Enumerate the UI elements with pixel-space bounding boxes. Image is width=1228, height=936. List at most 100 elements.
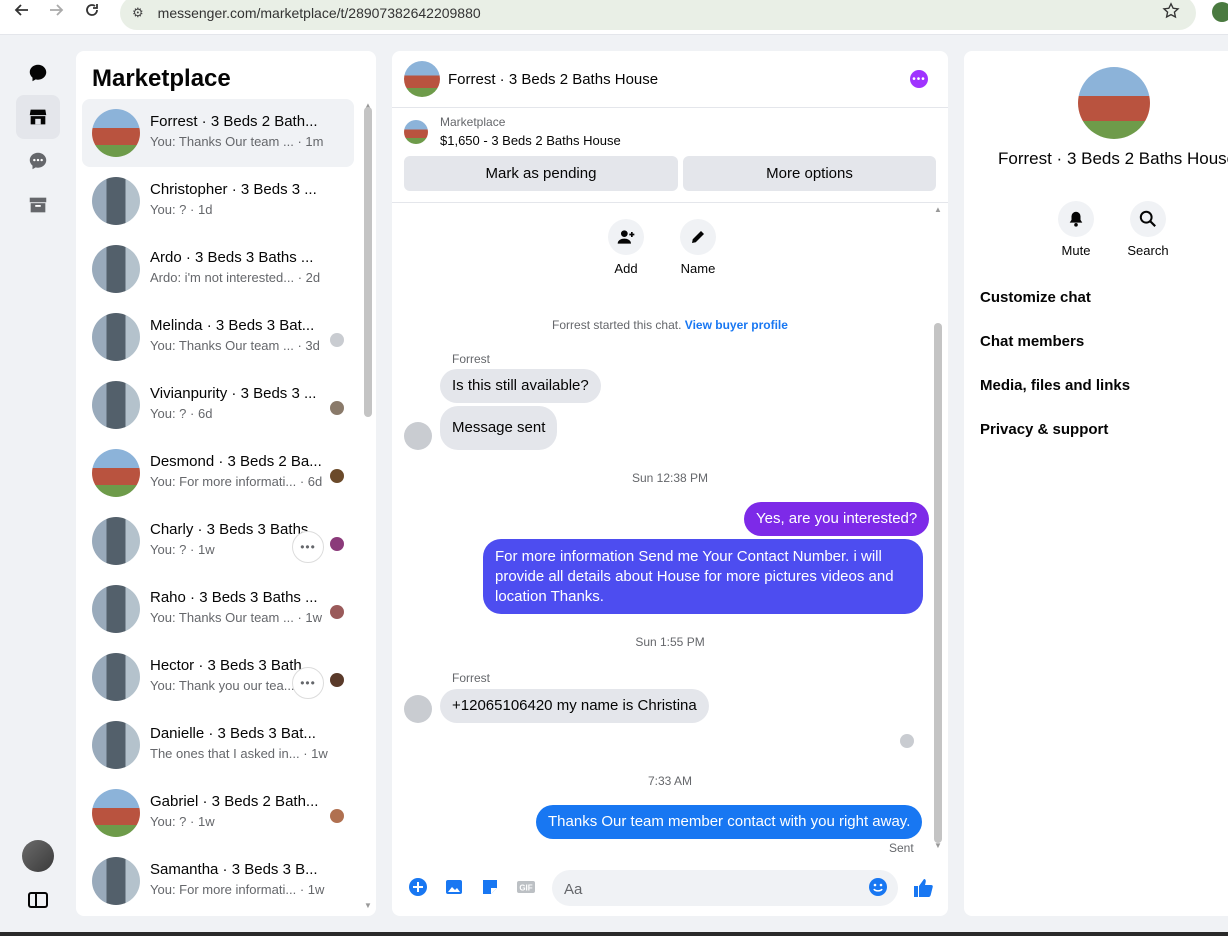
seen-avatar [330, 673, 344, 687]
snippet-text: You: For more informati... [150, 474, 297, 489]
menu-chat-members[interactable]: Chat members [980, 333, 1084, 350]
snippet-time: · 2d [297, 270, 321, 285]
forward-icon[interactable] [44, 0, 68, 22]
address-bar[interactable]: ⚙ messenger.com/marketplace/t/2890738264… [120, 0, 1196, 30]
sender-avatar[interactable] [404, 695, 432, 723]
conversation-item[interactable]: Samantha · 3 Beds 3 B... You: For more in… [82, 847, 354, 915]
seen-avatar [330, 401, 344, 415]
conversation-name: Christopher · 3 Beds 3 ... [150, 181, 317, 198]
bookmark-star-icon[interactable] [1162, 2, 1182, 22]
snippet-text: You: ? [150, 406, 187, 421]
chat-scroll-down-icon[interactable]: ▼ [934, 841, 942, 850]
conversation-name: Samantha · 3 Beds 3 B... [150, 861, 318, 878]
contact-avatar[interactable] [1078, 67, 1150, 139]
list-scrollbar[interactable] [364, 107, 372, 417]
user-avatar[interactable] [22, 840, 54, 872]
message-bubble-incoming[interactable]: +12065106420 my name is Christina [440, 689, 709, 723]
chat-title[interactable]: Forrest · 3 Beds 2 Baths House [448, 71, 658, 88]
mute-button[interactable]: Mute [1046, 201, 1106, 258]
conversation-item[interactable]: Forrest · 3 Beds 2 Bath... You: Thanks Ou… [82, 99, 354, 167]
conversation-item[interactable]: Raho · 3 Beds 3 Baths ... You: Thanks Our… [82, 575, 354, 643]
listing-source: Marketplace [440, 115, 506, 129]
seen-avatar [330, 809, 344, 823]
site-info-icon[interactable]: ⚙ [132, 5, 144, 21]
snippet-time: · 1w [299, 882, 325, 897]
plus-circle-icon[interactable] [408, 877, 428, 897]
conversation-item[interactable]: Gabriel · 3 Beds 2 Bath... You: ? · 1w [82, 779, 354, 847]
snippet-text: The ones that I asked in... [150, 746, 300, 761]
conversation-snippet: You: For more informati... · 6d [150, 474, 322, 489]
sender-avatar[interactable] [404, 422, 432, 450]
url-text: messenger.com/marketplace/t/289073826422… [157, 5, 481, 21]
search-button[interactable]: Search [1118, 201, 1178, 258]
emoji-icon[interactable] [868, 877, 888, 897]
image-icon[interactable] [444, 877, 464, 897]
conversation-avatar [92, 789, 140, 837]
menu-privacy-support[interactable]: Privacy & support [980, 421, 1108, 438]
more-options-icon[interactable]: ••• [292, 667, 324, 699]
conversation-item[interactable]: Christopher · 3 Beds 3 ... You: ? · 1d [82, 167, 354, 235]
browser-profile-avatar[interactable] [1212, 2, 1228, 22]
message-bubble-outgoing[interactable]: Yes, are you interested? [744, 502, 930, 536]
requests-icon[interactable] [16, 139, 60, 183]
conversation-list-panel: Marketplace Forrest · 3 Beds 2 Bath... Yo… [76, 51, 376, 916]
message-bubble-outgoing[interactable]: For more information Send me Your Contac… [483, 539, 923, 614]
mark-pending-button[interactable]: Mark as pending [404, 156, 678, 191]
seen-avatar [330, 605, 344, 619]
os-taskbar [0, 932, 1228, 936]
listing-price[interactable]: $1,650 - 3 Beds 2 Baths House [440, 133, 621, 148]
archive-icon[interactable] [16, 183, 60, 227]
conversation-item[interactable]: Desmond · 3 Beds 2 Ba... You: For more in… [82, 439, 354, 507]
back-icon[interactable] [10, 0, 34, 22]
add-button[interactable]: Add [596, 219, 656, 276]
conversation-item[interactable]: Danielle · 3 Beds 3 Bat... The ones that … [82, 711, 354, 779]
conversation-name: Raho · 3 Beds 3 Baths ... [150, 589, 318, 606]
more-options-icon[interactable]: ••• [292, 531, 324, 563]
conversation-snippet: You: Thanks Our team ... · 1w [150, 610, 322, 625]
gif-icon[interactable]: GIF [516, 877, 536, 897]
conversation-item[interactable]: Charly · 3 Beds 3 Baths You: ? · 1w ••• [82, 507, 354, 575]
conversation-info-icon[interactable]: ••• [910, 70, 928, 88]
message-bubble-incoming[interactable]: Is this still available? [440, 369, 601, 403]
conversation-item[interactable]: Melinda · 3 Beds 3 Bat... You: Thanks Our… [82, 303, 354, 371]
conversation-item[interactable]: Hector · 3 Beds 3 Bath You: Thank you our… [82, 643, 354, 711]
conversation-snippet: You: For more informati... · 1w [150, 882, 324, 897]
conversation-avatar [92, 109, 140, 157]
bell-icon [1058, 201, 1094, 237]
sticker-icon[interactable] [480, 877, 500, 897]
message-bubble-outgoing[interactable]: Thanks Our team member contact with you … [536, 805, 923, 839]
conversation-item[interactable]: Ardo · 3 Beds 3 Baths ... Ardo: i'm not i… [82, 235, 354, 303]
conversation-avatar [92, 381, 140, 429]
chat-scroll-up-icon[interactable]: ▲ [934, 205, 942, 214]
message-input[interactable]: Aa [552, 870, 898, 906]
menu-media-files-links[interactable]: Media, files and links [980, 377, 1130, 394]
more-options-button[interactable]: More options [683, 156, 936, 191]
conversation-name: Gabriel · 3 Beds 2 Bath... [150, 793, 319, 810]
view-buyer-profile-link[interactable]: View buyer profile [685, 318, 788, 332]
nav-rail [0, 35, 76, 936]
conversation-name: Melinda · 3 Beds 3 Bat... [150, 317, 315, 334]
thumbs-up-icon[interactable] [912, 877, 934, 899]
conversation-avatar [92, 313, 140, 361]
marketplace-icon[interactable] [16, 95, 60, 139]
name-label: Name [680, 261, 716, 276]
message-bubble-incoming[interactable]: Message sent [440, 406, 558, 450]
scroll-down-icon[interactable]: ▼ [364, 901, 372, 910]
name-button[interactable]: Name [668, 219, 728, 276]
sidebar-toggle-icon[interactable] [26, 888, 50, 912]
listing-banner: Marketplace $1,650 - 3 Beds 2 Baths Hous… [392, 108, 948, 203]
chat-scrollbar[interactable] [934, 323, 942, 843]
snippet-time: · 6d [190, 406, 213, 421]
conversation-snippet: You: Thanks Our team ... · 3d [150, 338, 320, 353]
timestamp: 7:33 AM [647, 774, 693, 788]
reload-icon[interactable] [80, 0, 104, 22]
chats-icon[interactable] [16, 51, 60, 95]
chat-avatar[interactable] [404, 61, 440, 97]
snippet-time: · 6d [299, 474, 323, 489]
list-title: Marketplace [92, 65, 231, 92]
conversation-item[interactable]: Vivianpurity · 3 Beds 3 ... You: ? · 6d [82, 371, 354, 439]
listing-thumbnail[interactable] [404, 120, 428, 144]
conversation-snippet: You: Thanks Our team ... · 1m [150, 134, 323, 149]
seen-avatar [330, 333, 344, 347]
menu-customize-chat[interactable]: Customize chat [980, 289, 1091, 306]
